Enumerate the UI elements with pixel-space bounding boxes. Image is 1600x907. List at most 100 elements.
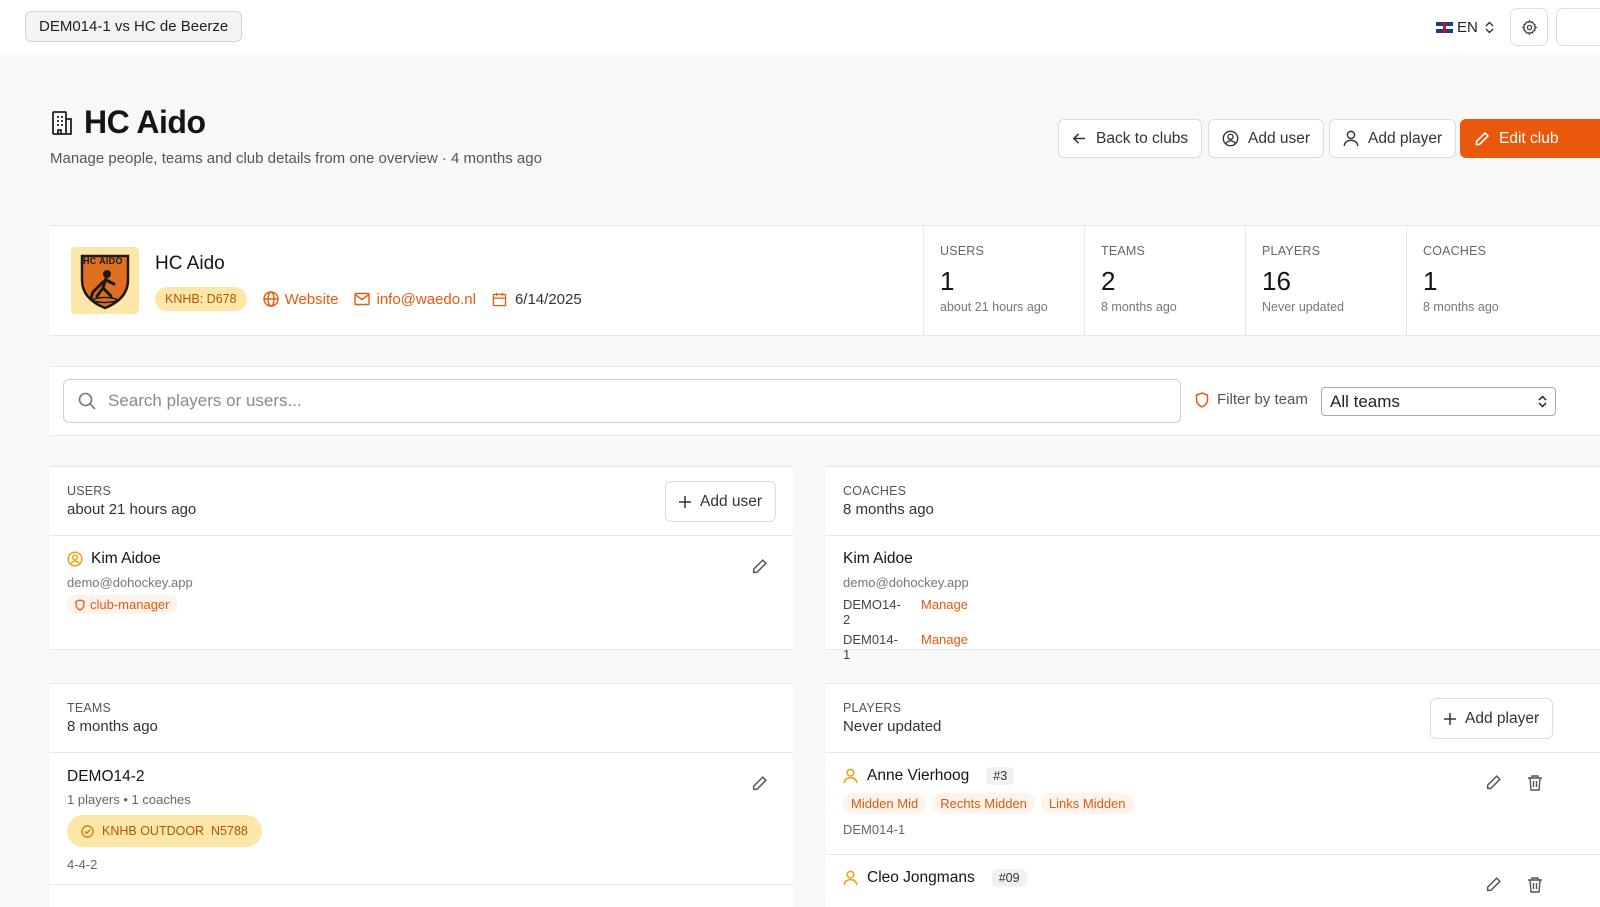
plus-icon xyxy=(1444,712,1456,725)
team-select[interactable]: All teams xyxy=(1321,387,1556,416)
delete-player-button[interactable] xyxy=(1524,771,1546,793)
role-label: club-manager xyxy=(90,597,170,612)
add-player-header-button[interactable]: Add player xyxy=(1329,119,1457,158)
calendar-icon xyxy=(492,292,507,307)
settings-button[interactable] xyxy=(1510,8,1548,46)
manage-link[interactable]: Manage xyxy=(921,632,968,662)
team-name: DEMO14-2 xyxy=(67,768,145,785)
club-meta-row: KNHB: D678 Website info@waedo.nl 6/14/20… xyxy=(155,287,582,311)
competition-badge: KNHB OUTDOOR N5788 xyxy=(67,815,262,847)
stat-coaches-label: COACHES xyxy=(1423,244,1487,258)
divider xyxy=(826,752,1600,753)
stat-players-value: 16 xyxy=(1262,266,1291,296)
page-title: HC Aido xyxy=(50,104,206,141)
stat-teams: TEAMS 2 8 months ago xyxy=(1084,226,1245,335)
club-title: HC Aido xyxy=(84,104,206,140)
players-card: PLAYERS Never updated Add player Anne Vi… xyxy=(826,683,1600,907)
teams-card-header: TEAMS 8 months ago xyxy=(67,701,158,735)
knhb-badge: KNHB: D678 xyxy=(155,287,247,311)
coach-email: demo@dohockey.app xyxy=(843,575,969,590)
users-card: USERS about 21 hours ago Add user Kim Ai… xyxy=(50,466,793,650)
add-user-header-label: Add user xyxy=(1248,129,1311,147)
edit-player-button[interactable] xyxy=(1482,771,1504,793)
edit-player-button[interactable] xyxy=(1482,873,1504,895)
list-item: Kim Aidoe demo@dohockey.app club-manager xyxy=(67,550,193,616)
pencil-icon xyxy=(751,775,768,792)
stat-teams-value: 2 xyxy=(1101,266,1116,296)
search-box[interactable] xyxy=(63,379,1181,423)
globe-icon xyxy=(262,291,279,307)
stat-teams-label: TEAMS xyxy=(1101,244,1146,258)
coach-name: Kim Aidoe xyxy=(843,550,913,567)
coaches-card-label: COACHES xyxy=(843,484,907,498)
team-formation: 4-4-2 xyxy=(67,857,98,872)
divider xyxy=(50,884,793,885)
pencil-icon xyxy=(1485,876,1502,893)
stat-users: USERS 1 about 21 hours ago xyxy=(923,226,1084,335)
coaches-card-header: COACHES 8 months ago xyxy=(843,484,934,518)
chevron-updown-icon xyxy=(1485,21,1494,34)
users-card-sub: about 21 hours ago xyxy=(67,501,197,518)
building-icon xyxy=(50,110,74,136)
website-link[interactable]: Website xyxy=(262,291,338,308)
stat-players-label: PLAYERS xyxy=(1262,244,1321,258)
edit-user-button[interactable] xyxy=(748,555,770,577)
add-player-header-label: Add player xyxy=(1368,129,1443,147)
stat-users-value: 1 xyxy=(940,266,955,296)
filter-by-team-label: Filter by team xyxy=(1217,391,1308,408)
role-badge: club-manager xyxy=(67,595,178,614)
divider xyxy=(826,854,1600,855)
language-selector[interactable]: EN xyxy=(1436,14,1494,40)
coach-team-row: DEMO14-2 Manage xyxy=(843,597,969,627)
coaches-card-sub: 8 months ago xyxy=(843,501,934,518)
edit-team-button[interactable] xyxy=(748,772,770,794)
shield-icon xyxy=(75,598,85,611)
coach-team-name: DEM014-1 xyxy=(843,632,898,662)
club-name: HC Aido xyxy=(155,253,225,274)
manage-link[interactable]: Manage xyxy=(921,597,968,627)
uk-flag-icon xyxy=(1436,21,1453,33)
teams-card: TEAMS 8 months ago DEMO14-2 1 players • … xyxy=(50,683,793,907)
coach-team-name: DEMO14-2 xyxy=(843,597,901,627)
user-icon xyxy=(843,768,858,784)
stat-coaches: COACHES 1 8 months ago xyxy=(1406,226,1600,335)
search-input[interactable] xyxy=(108,391,1108,411)
users-card-label: USERS xyxy=(67,484,112,498)
team-counts: 1 players • 1 coaches xyxy=(67,792,191,807)
list-item: DEMO14-2 1 players • 1 coaches KNHB OUTD… xyxy=(67,768,262,872)
user-circle-icon xyxy=(67,551,83,567)
position-badge: Links Midden xyxy=(1040,793,1134,814)
team-select-value: All teams xyxy=(1330,391,1400,411)
add-player-button[interactable]: Add player xyxy=(1430,698,1554,739)
match-selector[interactable]: DEM014-1 vs HC de Beerze xyxy=(25,11,243,42)
club-date-label: 6/14/2025 xyxy=(514,290,582,308)
player-number: #3 xyxy=(986,767,1015,785)
players-card-label: PLAYERS xyxy=(843,701,902,715)
add-user-header-button[interactable]: Add user xyxy=(1208,119,1325,158)
filter-by-team: Filter by team xyxy=(1195,391,1308,408)
add-user-label: Add user xyxy=(700,492,763,510)
stat-teams-sub: 8 months ago xyxy=(1101,300,1177,314)
email-link[interactable]: info@waedo.nl xyxy=(354,291,476,308)
delete-player-button[interactable] xyxy=(1524,873,1546,895)
club-date: 6/14/2025 xyxy=(492,291,582,308)
edit-club-label: Edit club xyxy=(1499,129,1559,147)
user-menu-button[interactable] xyxy=(1556,8,1600,46)
shield-icon xyxy=(1195,391,1209,408)
pencil-icon xyxy=(1474,131,1490,147)
chevron-updown-icon xyxy=(1538,395,1547,408)
stat-players: PLAYERS 16 Never updated xyxy=(1245,226,1406,335)
trash-icon xyxy=(1527,876,1543,893)
coaches-card: COACHES 8 months ago Kim Aidoe demo@doho… xyxy=(826,466,1600,662)
add-user-button[interactable]: Add user xyxy=(665,481,777,522)
list-item: Cleo Jongmans #09 xyxy=(843,869,1027,887)
search-icon xyxy=(78,392,96,410)
user-circle-icon xyxy=(1222,130,1239,147)
back-to-clubs-label: Back to clubs xyxy=(1096,129,1189,147)
edit-club-button[interactable]: Edit club xyxy=(1460,119,1600,158)
arrow-left-icon xyxy=(1072,131,1087,146)
position-badge: Rechts Midden xyxy=(932,793,1035,814)
back-to-clubs-button[interactable]: Back to clubs xyxy=(1058,119,1203,158)
stat-users-label: USERS xyxy=(940,244,985,258)
user-name: Kim Aidoe xyxy=(91,550,161,567)
